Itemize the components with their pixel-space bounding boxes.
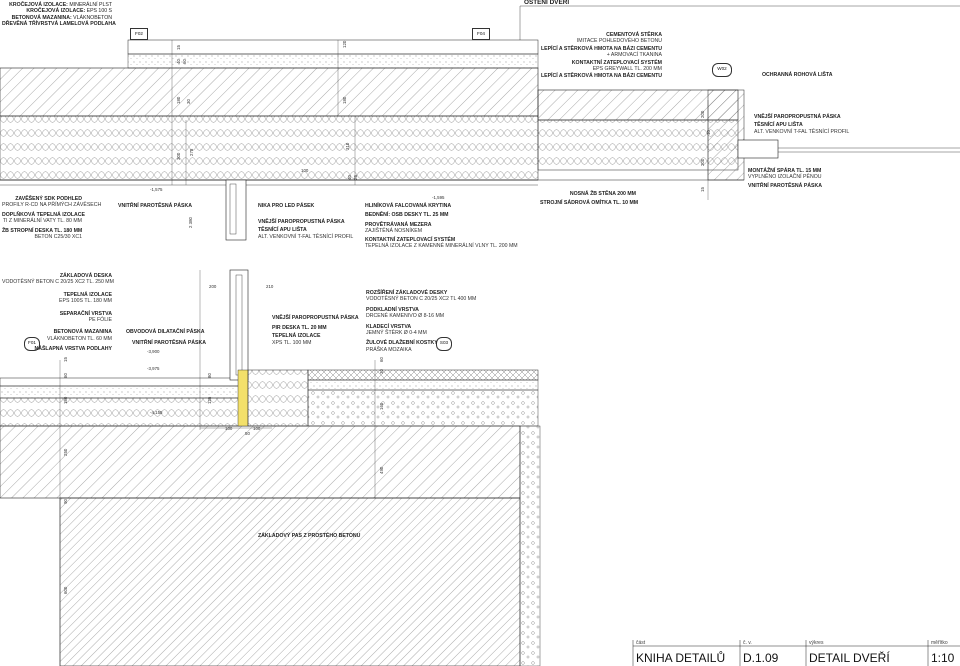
dim-250: 250 — [63, 448, 68, 456]
level-2: -1,595 — [432, 195, 445, 200]
zakladovy-pas-label: ZÁKLADOVÝ PAS Z PROSTÉHO BETONU — [258, 533, 361, 539]
floor-screed-bottom — [0, 385, 241, 399]
dim-100a: 100 — [301, 168, 309, 173]
level-5: -4,155 — [150, 410, 163, 415]
titleblock-cast-heading: část — [636, 640, 646, 646]
dim-180b: 180 — [342, 96, 347, 104]
vnitrni-parotesna-label-1: VNITŘNÍ PAROTĚSNÁ PÁSKA — [118, 203, 192, 209]
section-title: OSTĚNÍ DVEŘÍ — [524, 0, 570, 6]
dim-200c: 200 — [209, 284, 217, 289]
dim-2380: 2 380 — [188, 217, 193, 228]
ochranna-rohova-lista-label: OCHRANNÁ ROHOVÁ LIŠTA — [762, 72, 833, 78]
dim-25: 25 — [353, 175, 358, 180]
vnejsi-paropropustna-label-2: VNĚJŠÍ PAROPROPUSTNÁ PÁSKA — [272, 315, 359, 321]
floor-layers-top-labels: KROČEJOVÁ IZOLACE: MINERÁLNÍ PLST KROČEJ… — [2, 2, 116, 28]
wall-layer-labels: CEMENTOVÁ STĚRKA IMITACE POHLEDOVÉHO BETO… — [540, 32, 662, 80]
bedding-layer — [307, 379, 539, 391]
titleblock-meritko-heading: měřítko — [931, 640, 948, 646]
floor-layer-4: DŘEVĚNÁ TŘÍVRSTVÁ LAMELOVÁ PODLAHA — [2, 21, 116, 28]
nika-led-label: NIKA PRO LED PÁSEK — [258, 203, 315, 209]
level-1: -1,575 — [150, 187, 163, 192]
ceiling-slab — [0, 67, 539, 117]
dim-100b: 100 — [225, 426, 233, 431]
titleblock-meritko: 1:10 — [931, 651, 955, 665]
dim-200b: 200 — [700, 158, 705, 166]
dim-200a: 200 — [700, 110, 705, 118]
door-frame-bottom — [229, 269, 249, 381]
right-top-labels: VNĚJŠÍ PAROPROPUSTNÁ PÁSKA TĚSNÍCÍ APU L… — [754, 114, 850, 135]
dim-125: 125 — [207, 396, 212, 404]
floor-finish-top — [127, 39, 539, 55]
dim-60b: 60 — [63, 373, 68, 378]
titleblock-vykres: DETAIL DVEŘÍ — [809, 651, 890, 665]
titleblock-cv-heading: č. v. — [743, 640, 752, 646]
tag-f02: F02 — [130, 28, 148, 40]
wall-concrete-right — [707, 89, 745, 181]
dim-180c: 180 — [63, 396, 68, 404]
dim-40b: 40 — [347, 175, 352, 180]
dim-60a: 60 — [182, 59, 187, 64]
foundation-slab — [0, 425, 521, 499]
dim-80: 80 — [207, 373, 212, 378]
roof-insulation — [0, 115, 539, 181]
dim-15c: 15 — [63, 357, 68, 362]
vnitrni-parotesna-label-2: VNITŘNÍ PAROTĚSNÁ PÁSKA — [132, 340, 206, 346]
paving-stones — [307, 369, 539, 381]
dim-15b: 15 — [700, 187, 705, 192]
titleblock-vykres-heading: výkres — [809, 640, 824, 646]
pir-labels: PIR DESKA TL. 20 MM TEPELNÁ IZOLACE XPS T… — [272, 325, 327, 346]
dim-90: 90 — [63, 499, 68, 504]
dim-50: 50 — [245, 431, 250, 436]
exterior-labels: ROZŠÍŘENÍ ZÁKLADOVÉ DESKY VODOTĚSNÝ BETON… — [366, 290, 477, 353]
xps-insulation — [247, 369, 309, 427]
nosna-labels: NOSNÁ ŽB STĚNA 200 MM STROJNÍ SÁDROVÁ OM… — [540, 191, 639, 207]
dim-120: 120 — [342, 40, 347, 48]
floor-screed-top — [127, 53, 539, 69]
dim-180a: 180 — [176, 96, 181, 104]
vnejsi-mid-labels: VNĚJŠÍ PAROPROPUSTNÁ PÁSKA TĚSNÍCÍ APU L… — [258, 219, 354, 240]
floor-finish-bottom — [0, 377, 241, 387]
dim-30b: 30 — [379, 369, 384, 374]
threshold-pir — [237, 369, 249, 427]
right-mid-labels: MONTÁŽNÍ SPÁRA TL. 15 MM VYPLNĚNO IZOLAČN… — [748, 168, 822, 189]
dim-300: 300 — [176, 152, 181, 160]
subbase-gravel — [307, 389, 539, 427]
obvodova-label: OBVODOVÁ DILATAČNÍ PÁSKA — [126, 329, 205, 335]
titleblock-cast: KNIHA DETAILŮ — [636, 651, 726, 665]
titleblock-cv: D.1.09 — [743, 651, 779, 665]
level-4: -3,975 — [147, 366, 160, 371]
floor-layers-bottom-labels: ZÁKLADOVÁ DESKA VODOTĚSNÝ BETON C 20/25 X… — [2, 273, 114, 353]
level-3: -3,900 — [147, 349, 160, 354]
dim-60c: 60 — [379, 357, 384, 362]
foundation-strip — [59, 497, 521, 666]
dim-15a: 15 — [176, 45, 181, 50]
dim-310: 310 — [345, 142, 350, 150]
dim-160: 160 — [379, 402, 384, 410]
dim-275: 275 — [189, 148, 194, 156]
roof-labels: HLINÍKOVÁ FALCOVANÁ KRYTINA BEDNĚNÍ: OSB… — [365, 203, 518, 250]
dim-490: 490 — [379, 466, 384, 474]
dim-10: 10 — [706, 130, 711, 135]
tag-w02: W02 — [712, 63, 732, 77]
ceiling-labels: ZAVĚŠENÝ SDK PODHLED PROFILY R-CD NA PŘÍM… — [2, 196, 102, 241]
dim-40a: 40 — [176, 59, 181, 64]
dim-30a: 30 — [186, 99, 191, 104]
window-frame-top — [737, 139, 779, 159]
floor-insulation-bottom — [0, 397, 241, 427]
tag-f04: F04 — [472, 28, 490, 40]
dim-600: 600 — [63, 586, 68, 594]
dim-210: 210 — [266, 284, 274, 289]
dim-100c: 100 — [253, 426, 261, 431]
